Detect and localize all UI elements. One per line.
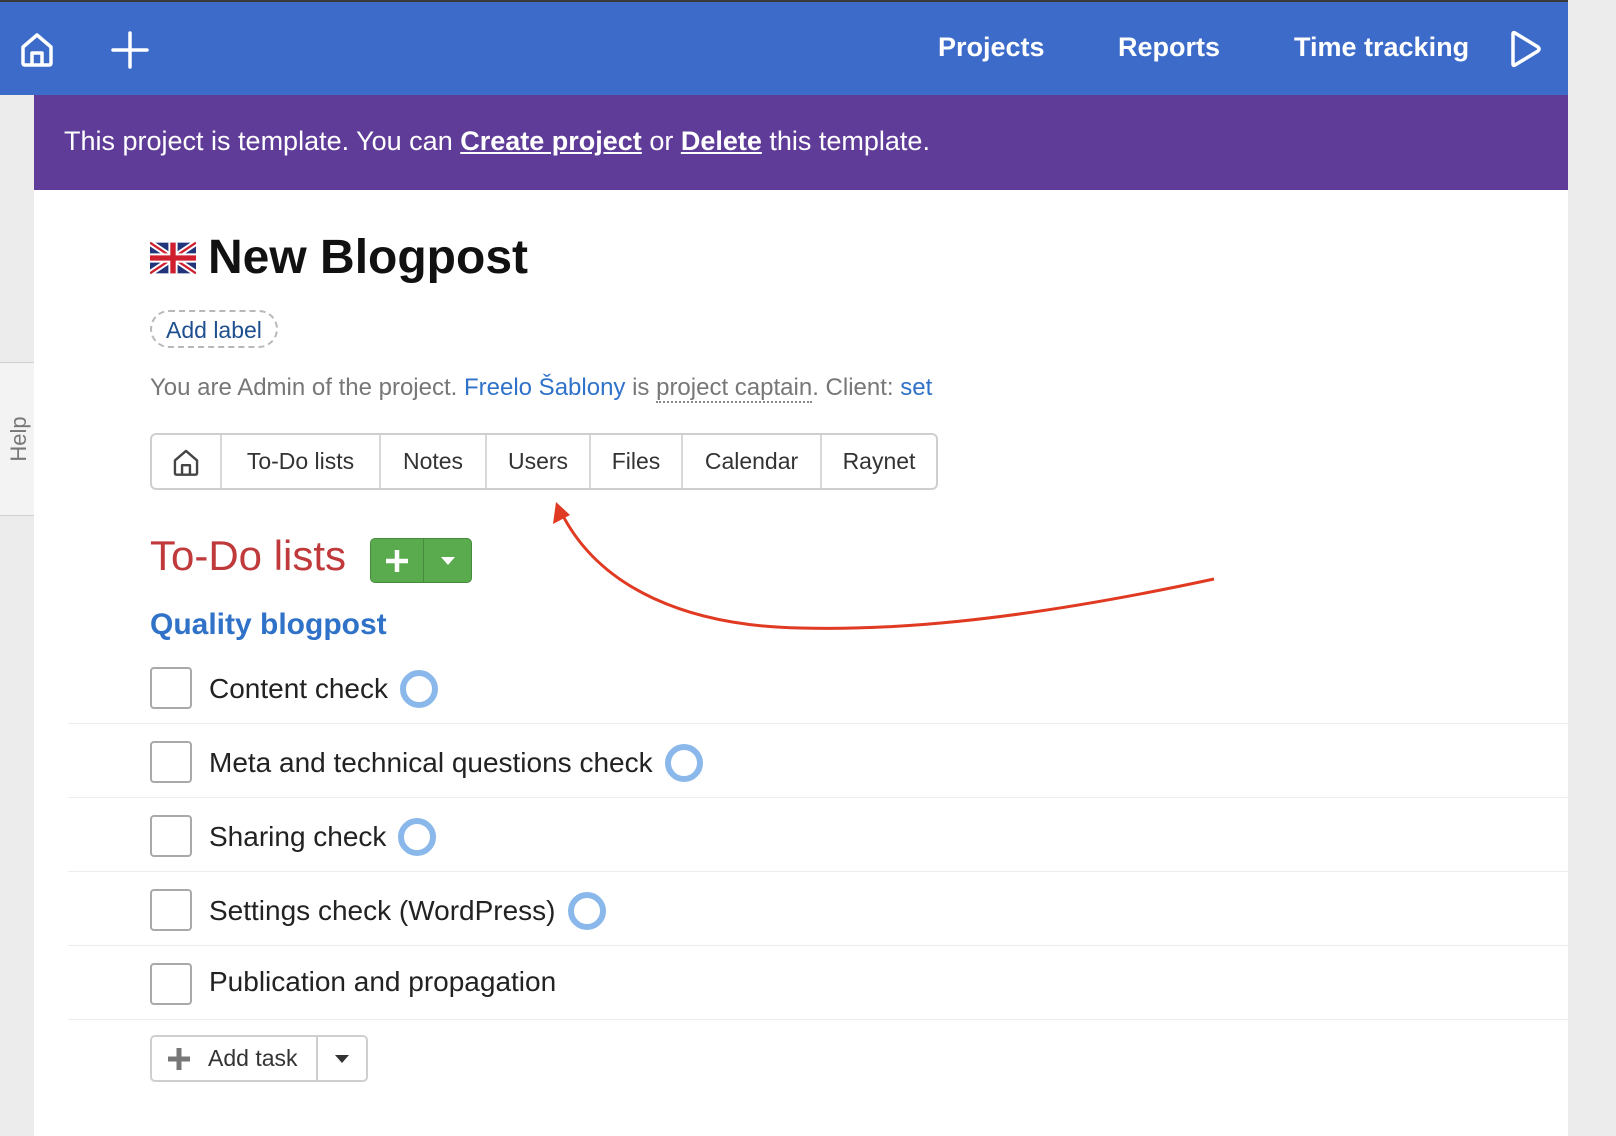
nav-reports[interactable]: Reports [1118,32,1220,63]
task-row: Sharing check [68,798,1568,872]
tab-todo-lists[interactable]: To-Do lists [222,435,381,488]
banner-text-middle: or [641,126,681,156]
chevron-down-icon [335,1054,349,1063]
task-label[interactable]: Meta and technical questions check [209,747,653,779]
set-client-link[interactable]: set [900,374,932,401]
project-role-info: You are Admin of the project. Freelo Šab… [150,374,932,403]
add-task-dropdown[interactable] [318,1037,366,1080]
home-icon [173,449,199,476]
tab-files[interactable]: Files [591,435,683,488]
task-row: Meta and technical questions check [68,724,1568,798]
task-checkbox[interactable] [150,741,192,783]
add-todo-list-button[interactable] [371,539,424,582]
tab-notes[interactable]: Notes [381,435,487,488]
template-banner: This project is template. You can Create… [34,95,1568,190]
role-info-is: is [625,374,657,401]
project-tabs: To-Do lists Notes Users Files Calendar R… [150,433,938,490]
uk-flag-icon [150,241,196,274]
task-row: Content check [68,650,1568,724]
add-label-button[interactable]: Add label [150,310,278,348]
top-navigation-bar: Projects Reports Time tracking [0,0,1568,95]
captain-link[interactable]: Freelo Šablony [464,374,625,401]
chevron-down-icon [440,556,455,565]
nav-time-tracking[interactable]: Time tracking [1294,32,1469,63]
task-status-ring-icon[interactable] [567,892,606,930]
tab-raynet[interactable]: Raynet [822,435,936,488]
delete-template-link[interactable]: Delete [681,126,762,156]
add-task-label: Add task [208,1045,298,1071]
role-info-prefix: You are Admin of the project. [150,374,464,401]
home-icon[interactable] [18,30,56,68]
task-row: Settings check (WordPress) [68,872,1568,946]
task-item: Content check [209,670,438,708]
add-task-button[interactable]: Add task [152,1037,318,1080]
plus-icon [386,549,408,572]
nav-projects[interactable]: Projects [938,32,1045,63]
todo-section-title: To-Do lists [150,532,347,579]
task-status-ring-icon[interactable] [664,744,703,782]
plus-icon[interactable] [110,30,150,70]
task-label[interactable]: Sharing check [209,821,386,853]
help-tab-label: Help [5,416,31,462]
plus-icon [168,1047,190,1070]
help-tab[interactable]: Help [0,362,38,516]
task-checkbox[interactable] [150,667,192,709]
banner-text-after: this template. [761,126,930,156]
project-title: New Blogpost [208,231,528,284]
task-checkbox[interactable] [150,963,192,1005]
project-main-panel: New Blogpost Add label You are Admin of … [34,190,1568,1136]
task-label[interactable]: Publication and propagation [209,966,556,998]
play-icon[interactable] [1508,30,1542,68]
task-row: Publication and propagation [68,946,1568,1020]
project-captain-term: project captain [656,374,813,403]
task-label[interactable]: Settings check (WordPress) [209,895,556,927]
task-item: Meta and technical questions check [209,744,703,782]
task-item: Sharing check [209,818,437,856]
create-project-link[interactable]: Create project [460,126,642,156]
task-item: Publication and propagation [209,966,556,998]
tab-users[interactable]: Users [487,435,591,488]
task-checkbox[interactable] [150,889,192,931]
banner-text-before: This project is template. You can [64,126,461,156]
todo-list-title[interactable]: Quality blogpost [150,608,387,642]
task-status-ring-icon[interactable] [400,670,438,708]
tab-calendar[interactable]: Calendar [683,435,822,488]
client-prefix: . Client: [812,374,901,401]
task-item: Settings check (WordPress) [209,892,606,930]
project-header: New Blogpost [150,230,528,285]
tab-home[interactable] [152,435,222,488]
add-todo-list-split-button [370,538,472,583]
add-task-split-button: Add task [150,1035,368,1082]
task-checkbox[interactable] [150,815,192,857]
add-todo-list-dropdown[interactable] [424,539,471,582]
task-status-ring-icon[interactable] [398,818,437,856]
task-label[interactable]: Content check [209,673,388,705]
